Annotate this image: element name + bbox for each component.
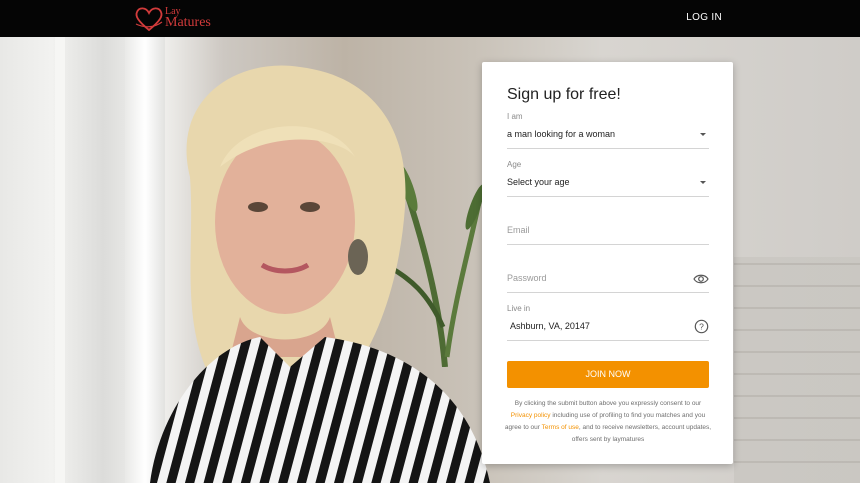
logo-text-bottom: Matures [165,15,211,30]
age-value: Select your age [507,177,570,187]
location-label: Live in [507,304,531,313]
signup-card: Sign up for free! I am a man looking for… [482,62,733,464]
privacy-policy-link[interactable]: Privacy policy [511,412,551,419]
login-button[interactable]: LOG IN [686,12,722,23]
location-value: Ashburn, VA, 20147 [510,321,590,331]
gender-value: a man looking for a woman [507,129,616,139]
legal-text: By clicking the submit button above you … [504,400,712,443]
svg-text:?: ? [699,322,704,332]
gender-label: I am [507,112,523,121]
email-field[interactable]: Email [507,208,709,245]
age-label: Age [507,160,522,169]
password-input[interactable]: Password [507,266,709,293]
heart-logo-icon [135,7,163,32]
site-logo[interactable]: Lay Matures [134,4,224,34]
age-select[interactable]: Age Select your age [507,160,709,197]
password-field[interactable]: Password [507,256,709,293]
email-placeholder: Email [507,225,530,235]
gender-select-box[interactable]: a man looking for a woman [507,122,709,149]
location-field[interactable]: Live in Ashburn, VA, 20147 ? [507,304,709,341]
caret-down-icon [700,133,706,136]
brick-wall [734,257,860,483]
join-now-button[interactable]: JOIN NOW [507,361,709,388]
gender-select[interactable]: I am a man looking for a woman [507,112,709,149]
location-input[interactable]: Ashburn, VA, 20147 ? [507,314,709,341]
caret-down-icon [700,181,706,184]
top-bar: Lay Matures LOG IN [0,0,860,37]
age-select-box[interactable]: Select your age [507,170,709,197]
password-placeholder: Password [507,273,547,283]
terms-of-use-link[interactable]: Terms of use [542,424,579,431]
help-icon[interactable]: ? [694,319,709,334]
email-input[interactable]: Email [507,218,709,245]
signup-title: Sign up for free! [507,86,621,103]
eye-icon[interactable] [693,271,709,287]
window-frame [55,37,65,483]
